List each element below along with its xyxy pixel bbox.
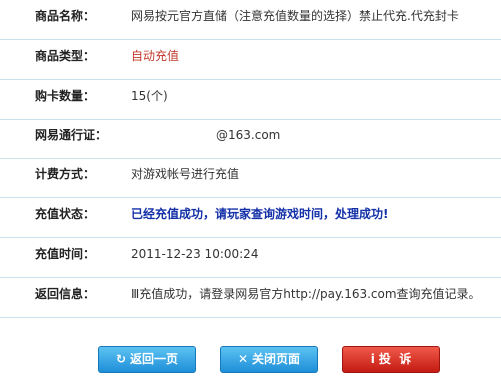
product-name-label: 商品名称： [35,9,96,23]
product-type-label: 商品类型： [35,49,96,63]
row-return-info: 返回信息： Ⅲ充值成功，请登录网易官方http://pay.163.com查询充… [0,278,501,318]
complaint-button[interactable]: ⅰ投 诉 [342,346,440,373]
row-recharge-status: 充值状态： 已经充值成功，请玩家查询游戏时间，处理成功! [0,198,501,238]
row-recharge-time: 充值时间： 2011-12-23 10:00:24 [0,238,501,278]
recharge-status-label: 充值状态： [35,207,96,221]
row-billing-method: 计费方式： 对游戏帐号进行充值 [0,158,501,198]
complaint-button-label: 投 诉 [378,352,412,366]
row-product-name: 商品名称： 网易按元官方直储（注意充值数量的选择）禁止代充.代充封卡 [0,0,501,40]
netease-account-label: 网易通行证： [35,128,108,142]
return-info-label: 返回信息： [35,287,96,301]
billing-method-value: 对游戏帐号进行充值 [131,167,240,181]
card-quantity-value: 15(个) [131,89,168,103]
recharge-time-label: 充值时间： [35,247,96,261]
return-info-value: Ⅲ充值成功，请登录网易官方http://pay.163.com查询充值记录。 [131,287,481,301]
row-product-type: 商品类型： 自动充值 [0,40,501,80]
product-type-value: 自动充值 [131,49,180,63]
recharge-time-value: 2011-12-23 10:00:24 [131,247,259,261]
close-x-icon: ✕ [237,352,249,366]
recharge-status-value: 已经充值成功，请玩家查询游戏时间，处理成功! [131,207,389,221]
row-netease-account: 网易通行证： @163.com [0,119,501,159]
back-arrow-icon: ↻ [115,352,127,366]
row-card-quantity: 购卡数量： 15(个) [0,80,501,120]
close-page-button[interactable]: ✕ 关闭页面 [220,346,318,373]
product-name-value: 网易按元官方直储（注意充值数量的选择）禁止代充.代充封卡 [131,9,459,23]
back-button[interactable]: ↻ 返回一页 [98,346,196,373]
exclamation-icon: ⅰ [370,352,375,366]
close-page-button-label: 关闭页面 [252,352,301,366]
back-button-label: 返回一页 [130,352,179,366]
card-quantity-label: 购卡数量： [35,89,96,103]
netease-account-value: @163.com [216,128,281,142]
billing-method-label: 计费方式： [35,167,96,181]
